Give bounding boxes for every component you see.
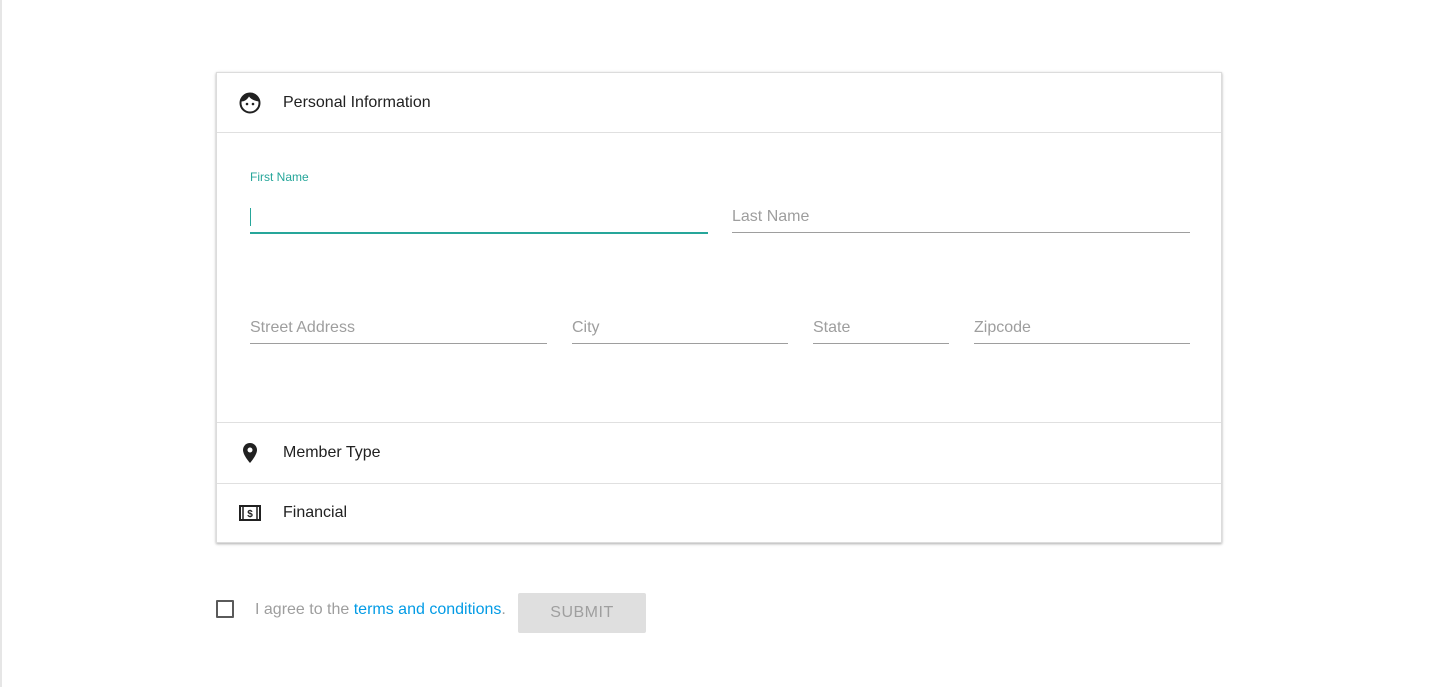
panel-header-personal-information[interactable]: Personal Information [217,73,1221,133]
state-field [813,313,949,344]
last-name-underline [732,232,1190,233]
street-address-field [250,313,547,344]
location-pin-icon [238,441,262,465]
city-underline [572,343,788,344]
submit-button[interactable]: SUBMIT [518,593,646,633]
first-name-underline [250,232,708,234]
first-name-field: First Name [250,170,708,234]
zipcode-field [974,313,1190,344]
panel-header-member-type[interactable]: Member Type [217,423,1221,483]
text-caret [250,208,251,226]
panel-header-financial[interactable]: $ Financial [217,483,1221,543]
dollar-bill-icon: $ [238,501,262,525]
svg-text:$: $ [247,509,253,520]
terms-link[interactable]: terms and conditions [354,601,502,618]
city-field [572,313,788,344]
street-address-underline [250,343,547,344]
panel-label-financial: Financial [283,504,348,521]
collapsible-form-card: Personal Information First Name Last Nam… [216,72,1222,543]
zipcode-input[interactable] [974,313,1190,343]
header-divider [217,132,1221,133]
first-name-label: First Name [250,170,309,184]
panel-label-member-type: Member Type [283,444,381,461]
state-input[interactable] [813,313,949,343]
page-edge-rule [0,0,2,687]
first-name-input[interactable] [250,202,708,232]
last-name-input[interactable] [732,202,1190,232]
face-icon [238,91,262,115]
agree-suffix: . [501,601,506,618]
agree-prefix: I agree to the [255,601,354,618]
last-name-field [732,202,1190,233]
city-input[interactable] [572,313,788,343]
panel-label-personal-information: Personal Information [283,94,431,111]
terms-checkbox[interactable] [216,600,234,618]
state-underline [813,343,949,344]
terms-agreement-text: I agree to the terms and conditions. [255,601,506,619]
zipcode-underline [974,343,1190,344]
street-address-input[interactable] [250,313,547,343]
